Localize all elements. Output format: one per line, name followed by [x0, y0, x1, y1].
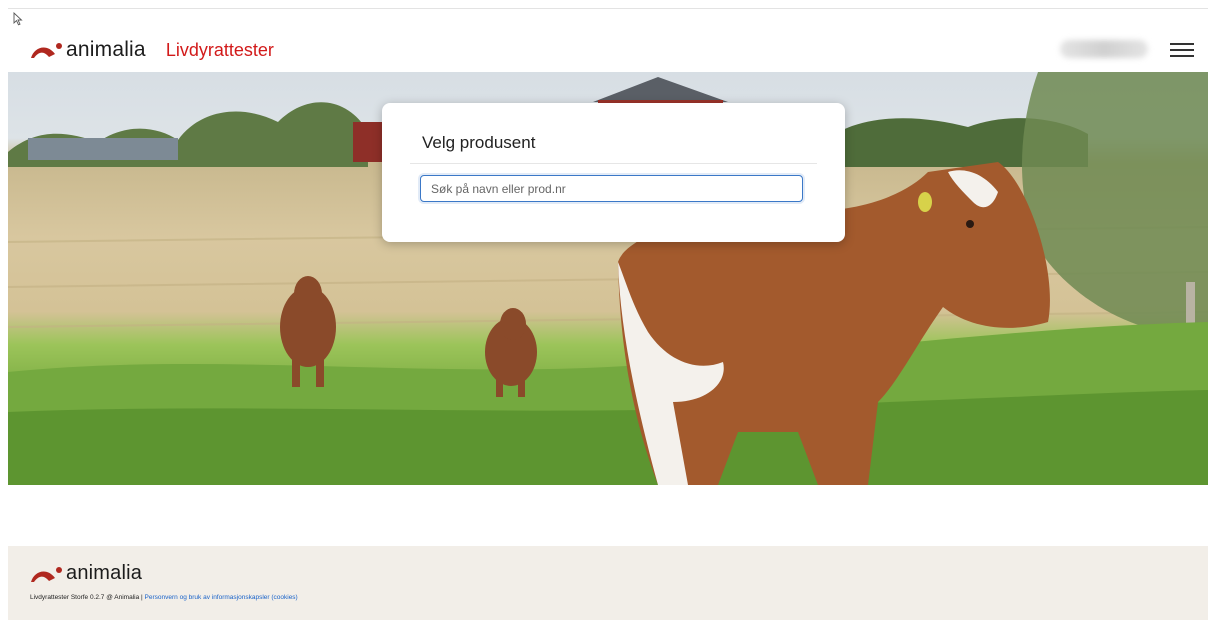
user-name-blurred [1060, 40, 1148, 58]
animalia-logo[interactable]: animalia Livdyrattester [30, 38, 274, 62]
top-border [8, 8, 1208, 9]
brand-name: animalia [66, 38, 146, 61]
footer-brand-name: animalia [66, 562, 143, 584]
version-text: Livdyrattester Storfe 0.2.7 @ Animalia [30, 594, 140, 601]
mouse-pointer-icon [13, 12, 23, 26]
card-title: Velg produsent [422, 133, 536, 152]
privacy-cookies-link[interactable]: Personvern og bruk av informasjonskapsle… [145, 594, 298, 601]
select-producer-card: Velg produsent [382, 103, 845, 242]
hamburger-menu-icon[interactable] [1170, 39, 1194, 59]
menu-bar [1170, 49, 1194, 51]
menu-bar [1170, 55, 1194, 57]
footer-info-line: Livdyrattester Storfe 0.2.7 @ Animalia |… [30, 594, 298, 601]
animalia-logo-icon [31, 566, 62, 582]
producer-search-input[interactable] [420, 175, 803, 202]
app-title[interactable]: Livdyrattester [166, 40, 274, 61]
app-header: animalia Livdyrattester [8, 28, 1208, 72]
footer-animalia-logo[interactable]: animalia [30, 562, 142, 585]
menu-bar [1170, 43, 1194, 45]
card-divider [410, 163, 817, 164]
page-footer: animalia Livdyrattester Storfe 0.2.7 @ A… [8, 546, 1208, 620]
animalia-logo-icon [31, 43, 62, 58]
footer-separator: | [141, 594, 143, 601]
